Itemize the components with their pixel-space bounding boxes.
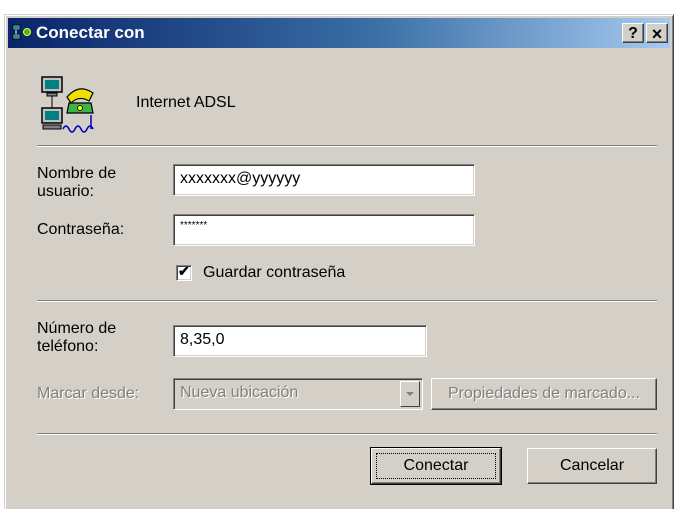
dial-from-value: Nueva ubicación [180, 384, 299, 401]
password-label: Contraseña: [37, 221, 125, 238]
chevron-down-icon [406, 392, 414, 396]
dial-from-select[interactable]: Nueva ubicación [173, 378, 423, 410]
username-label-line1: Nombre de [37, 165, 117, 182]
username-field[interactable]: xxxxxxx@yyyyyy [173, 164, 475, 196]
close-button[interactable]: × [646, 23, 668, 44]
window-title: Conectar con [36, 23, 145, 42]
save-password-checkbox[interactable]: ✔ [176, 263, 192, 281]
phone-label: Número de teléfono: [37, 320, 116, 356]
connect-dialog: Conectar con ? × Internet ADSL Nombre de… [4, 14, 674, 509]
separator [37, 300, 657, 302]
checkmark-icon: ✔ [178, 263, 190, 279]
network-connection-icon [12, 24, 31, 40]
dial-up-connection-icon [41, 76, 94, 133]
cancel-button[interactable]: Cancelar [527, 448, 657, 484]
dial-from-label: Marcar desde: [37, 385, 140, 402]
connect-button[interactable]: Conectar [370, 447, 502, 485]
phone-label-line1: Número de [37, 320, 117, 337]
dropdown-arrow-button[interactable] [400, 381, 420, 407]
help-button[interactable]: ? [622, 23, 644, 43]
username-label: Nombre de usuario: [37, 165, 116, 201]
phone-number-field[interactable]: 8,35,0 [173, 325, 427, 357]
separator [37, 145, 657, 147]
title-bar[interactable]: Conectar con ? × [8, 18, 670, 48]
dial-properties-button[interactable]: Propiedades de marcado... [431, 378, 657, 410]
username-label-line2: usuario: [37, 183, 94, 200]
save-password-label[interactable]: Guardar contraseña [203, 264, 345, 282]
separator [37, 433, 657, 435]
password-field[interactable]: ******* [173, 214, 475, 246]
connection-name: Internet ADSL [136, 94, 236, 111]
focus-ring [376, 453, 496, 479]
phone-label-line2: teléfono: [37, 338, 99, 355]
